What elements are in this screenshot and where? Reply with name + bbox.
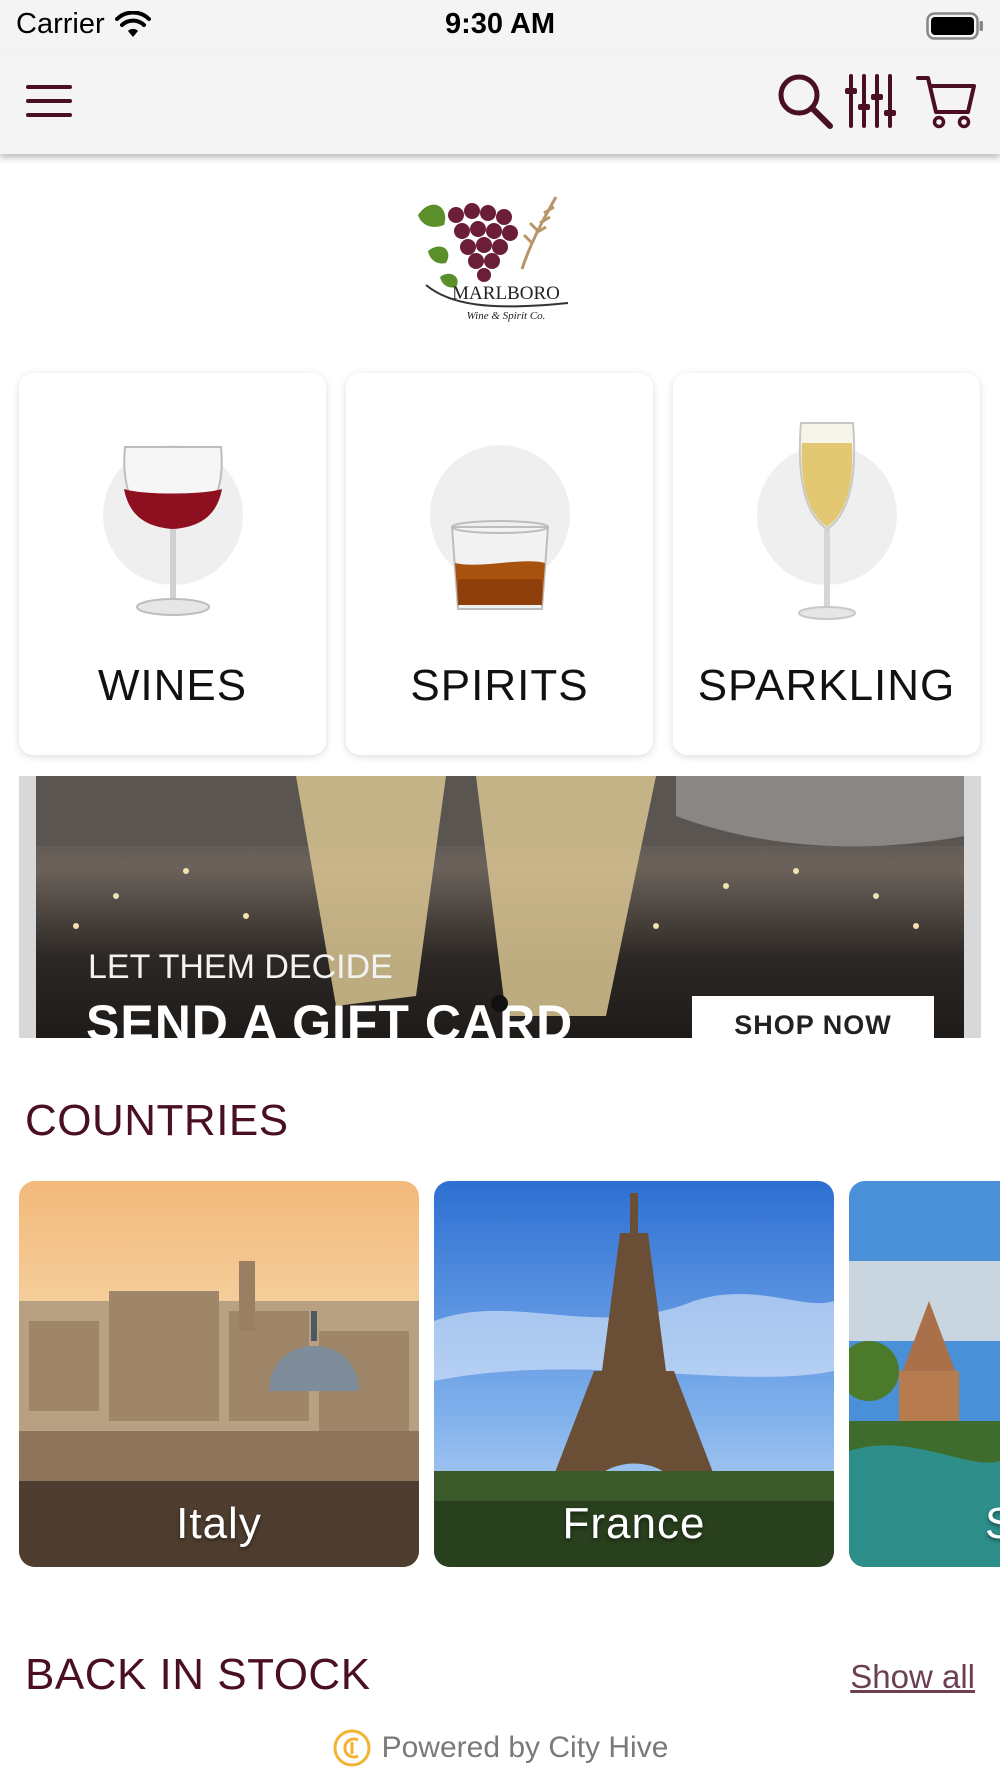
logo-name: MARLBORO (452, 283, 560, 304)
category-card-sparkling[interactable]: SPARKLING (673, 373, 980, 755)
country-card-france[interactable]: France (434, 1181, 834, 1567)
logo-tagline: Wine & Spirit Co. (467, 310, 546, 322)
countries-section-title: COUNTRIES (25, 1096, 289, 1145)
store-logo[interactable]: MARLBORO Wine & Spirit Co. (410, 185, 590, 330)
champagne-flute-icon (798, 422, 856, 620)
cart-icon[interactable] (916, 72, 976, 130)
search-icon[interactable] (776, 72, 834, 130)
carousel-page-indicator[interactable] (491, 995, 508, 1012)
country-label: S (849, 1499, 1000, 1549)
wine-glass-icon (123, 446, 223, 616)
show-all-link[interactable]: Show all (850, 1658, 975, 1696)
country-label: Italy (176, 1499, 262, 1548)
country-card-spain[interactable]: S (849, 1181, 1000, 1567)
banner-subtitle: LET THEM DECIDE (88, 948, 393, 986)
category-card-wines[interactable]: WINES (19, 373, 326, 755)
category-label: SPIRITS (410, 661, 589, 710)
status-bar: Carrier 9:30 AM (0, 0, 1000, 52)
country-label: France (562, 1499, 706, 1548)
status-time: 9:30 AM (444, 8, 556, 40)
whiskey-glass-icon (450, 520, 550, 610)
shop-now-button[interactable]: SHOP NOW (692, 996, 934, 1038)
powered-by-text: Powered by City Hive (381, 1731, 669, 1764)
category-label: WINES (97, 661, 248, 710)
battery-icon (926, 12, 983, 40)
category-card-spirits[interactable]: SPIRITS (346, 373, 653, 755)
back-in-stock-section-title: BACK IN STOCK (25, 1650, 371, 1699)
city-hive-logo-icon (333, 1729, 371, 1767)
filter-icon[interactable] (845, 72, 897, 130)
menu-icon[interactable] (26, 83, 72, 119)
powered-by-footer[interactable]: Powered by City Hive (0, 1728, 1000, 1768)
category-label: SPARKLING (697, 661, 956, 710)
top-navigation-bar (0, 52, 1000, 154)
country-card-italy[interactable]: Italy (19, 1181, 419, 1567)
